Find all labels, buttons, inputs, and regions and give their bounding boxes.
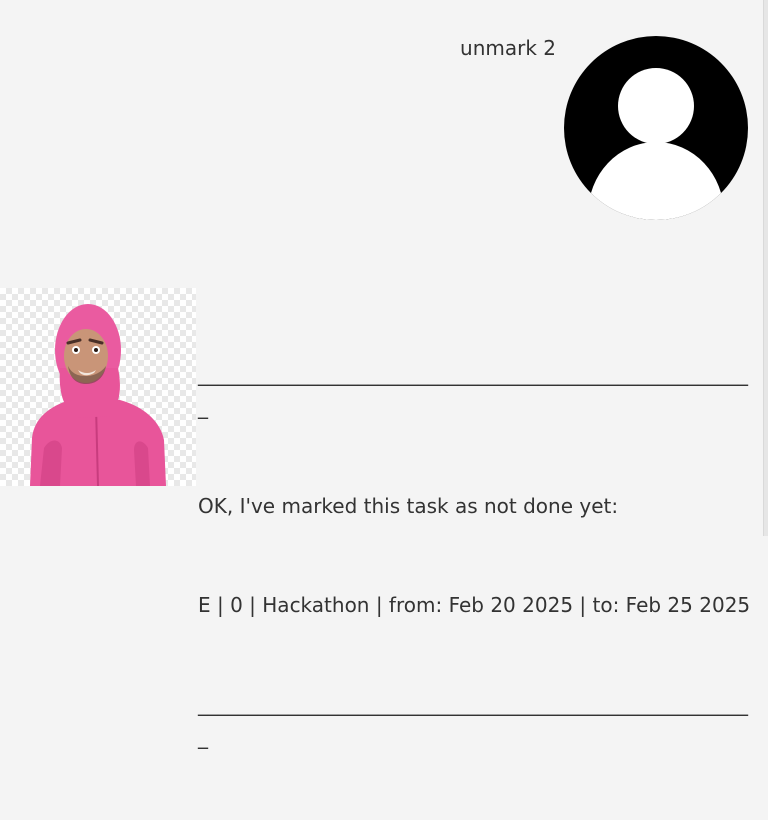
bot-message-task: E | 0 | Hackathon | from: Feb 20 2025 | … xyxy=(198,593,751,617)
bot-message-status: OK, I've marked this task as not done ye… xyxy=(198,494,619,518)
divider-line-bottom: ________________________________________… xyxy=(198,692,748,749)
bot-message: ________________________________________… xyxy=(198,292,754,820)
user-message-text: unmark 2 xyxy=(460,36,556,60)
divider-line-top: ________________________________________… xyxy=(198,362,748,419)
user-avatar-icon xyxy=(564,36,748,220)
bot-avatar-image xyxy=(0,288,196,486)
scrollbar[interactable] xyxy=(763,0,768,536)
